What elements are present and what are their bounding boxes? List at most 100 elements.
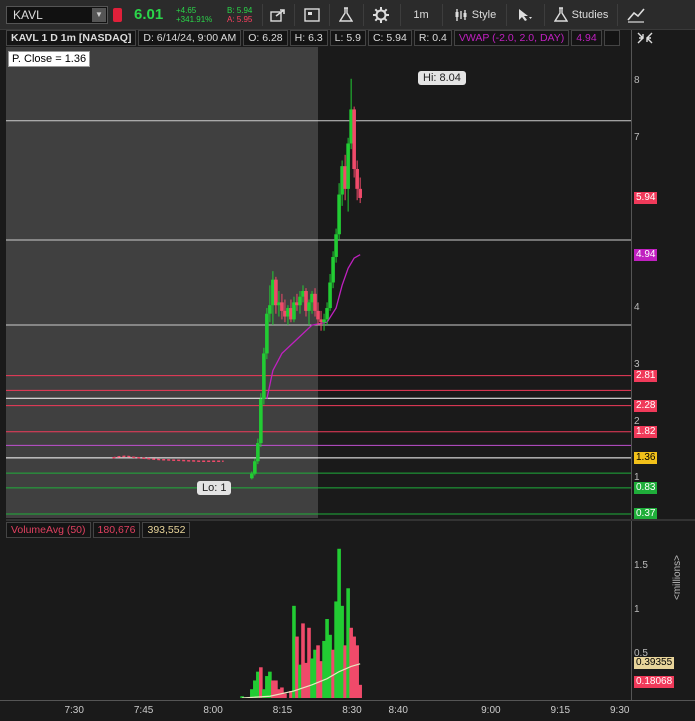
symbol-input[interactable]: KAVL ▼ [6, 6, 108, 24]
candle-body [334, 234, 338, 257]
volume-badge: 0.18068 [634, 676, 675, 689]
timeframe-button[interactable]: 1m [406, 4, 436, 26]
candle-body [358, 188, 362, 198]
candle-body [253, 461, 257, 474]
toolbar-divider [363, 4, 364, 26]
chart-window: KAVL ▼ 6.01 +4.65 +341.91% B: 5.94 A: 5.… [0, 0, 695, 721]
share-button[interactable] [266, 4, 290, 26]
high-callout: Hi: 8.04 [418, 71, 466, 85]
studies-button[interactable]: Studies [549, 4, 613, 26]
drawing-tools-button[interactable] [622, 4, 650, 26]
time-tick-label: 8:30 [342, 705, 362, 716]
candle-body [298, 296, 302, 306]
candle-body [307, 302, 311, 311]
volume-chart[interactable] [6, 540, 631, 698]
time-tick-label: 9:15 [550, 705, 571, 716]
style-label: Style [471, 9, 497, 21]
price-badge: 0.83 [634, 481, 658, 494]
candle-body [262, 353, 266, 399]
price-badge: 4.94 [634, 248, 658, 261]
toolbar-divider [442, 4, 443, 26]
bid-price: B: 5.94 [227, 6, 253, 15]
candle-body [355, 169, 359, 189]
candle-body [325, 308, 329, 320]
alert-flag-icon[interactable] [113, 8, 122, 22]
price-tick-label: 4 [634, 302, 640, 314]
price-badge: 5.94 [634, 191, 658, 204]
style-icon [455, 9, 467, 21]
volume-study-label[interactable]: VolumeAvg (50) [6, 522, 91, 538]
studies-label: Studies [571, 9, 609, 21]
pre-market-price-line [112, 455, 224, 463]
chevron-down-icon[interactable]: ▼ [92, 8, 106, 22]
bar-high: H: 6.3 [289, 30, 328, 46]
cursor-icon [519, 9, 532, 21]
toolbar-divider [262, 4, 263, 26]
collapse-icon [637, 32, 653, 44]
bar-range: R: 0.4 [413, 30, 452, 46]
candle-body [316, 310, 320, 320]
pane-separator[interactable] [6, 519, 695, 521]
flask-icon [339, 7, 353, 22]
candle-body [265, 313, 269, 354]
price-chart[interactable] [6, 47, 631, 518]
volume-bar [358, 684, 362, 698]
time-tick-label: 9:00 [481, 705, 501, 716]
price-badge: 1.36 [634, 451, 658, 464]
candle-body [331, 256, 335, 283]
settings-button[interactable] [369, 4, 393, 26]
net-change: +4.65 [176, 6, 197, 15]
candle-body [328, 282, 332, 309]
cursor-button[interactable] [510, 4, 540, 26]
price-tick-label: 3 [634, 358, 640, 370]
candle-body [313, 293, 317, 311]
studies-icon [553, 7, 568, 22]
candle-body [346, 143, 350, 189]
chart-settings-button[interactable] [300, 4, 324, 26]
time-tick-label: 8:15 [272, 705, 293, 716]
share-icon [270, 9, 285, 22]
low-callout: Lo: 1 [197, 481, 232, 495]
candle-body [337, 194, 341, 235]
candle-body [250, 473, 254, 479]
chart-title: KAVL 1 D 1m [NASDAQ] [6, 30, 137, 46]
candle-body [256, 443, 260, 462]
symbol-text: KAVL [13, 8, 43, 22]
volume-tick-label: 1 [634, 604, 640, 616]
volume-badge: 0.39355 [634, 657, 675, 670]
study-options-box[interactable] [603, 30, 620, 46]
time-tick-label: 8:40 [388, 705, 408, 716]
candle-body [268, 305, 272, 314]
collapse-button[interactable] [636, 31, 654, 50]
drawing-icon [627, 8, 645, 23]
toolbar-divider [329, 4, 330, 26]
volume-study-header: VolumeAvg (50) 180,676 393,552 [6, 522, 192, 538]
prev-close-label: P. Close = 1.36 [8, 51, 91, 67]
time-tick-label: 7:30 [64, 705, 84, 716]
candle-body [274, 279, 278, 306]
volume-bar [283, 693, 287, 698]
bar-close: C: 5.94 [367, 30, 412, 46]
bar-low: L: 5.9 [329, 30, 366, 46]
vwap-study-label[interactable]: VWAP (-2.0, 2.0, DAY) [453, 30, 570, 46]
toolbar: KAVL ▼ 6.01 +4.65 +341.91% B: 5.94 A: 5.… [0, 0, 695, 30]
bar-date: D: 6/14/24, 9:00 AM [138, 30, 242, 46]
vwap-value: 4.94 [571, 30, 602, 46]
toolbar-divider [400, 4, 401, 26]
toolbar-divider [506, 4, 507, 26]
price-tick-label: 7 [634, 131, 640, 143]
candle-body [280, 302, 284, 311]
time-tick-label: 9:30 [610, 705, 630, 716]
gear-icon [373, 7, 389, 23]
time-axis[interactable]: 7:30 7:45 8:00 8:15 8:30 8:40 9:00 9:15 9:30 [0, 700, 695, 721]
chart-info-bar: KAVL 1 D 1m [NASDAQ] D: 6/14/24, 9:00 AM… [6, 30, 622, 46]
chart-settings-icon [304, 8, 320, 22]
volume-value: 180,676 [92, 522, 141, 538]
vwap-line [266, 254, 361, 399]
style-button[interactable]: Style [448, 4, 502, 26]
flask-button[interactable] [334, 4, 358, 26]
time-tick-label: 8:00 [203, 705, 223, 716]
candle-body [322, 319, 326, 323]
price-badge: 2.81 [634, 369, 658, 382]
ask-price: A: 5.95 [227, 15, 253, 24]
